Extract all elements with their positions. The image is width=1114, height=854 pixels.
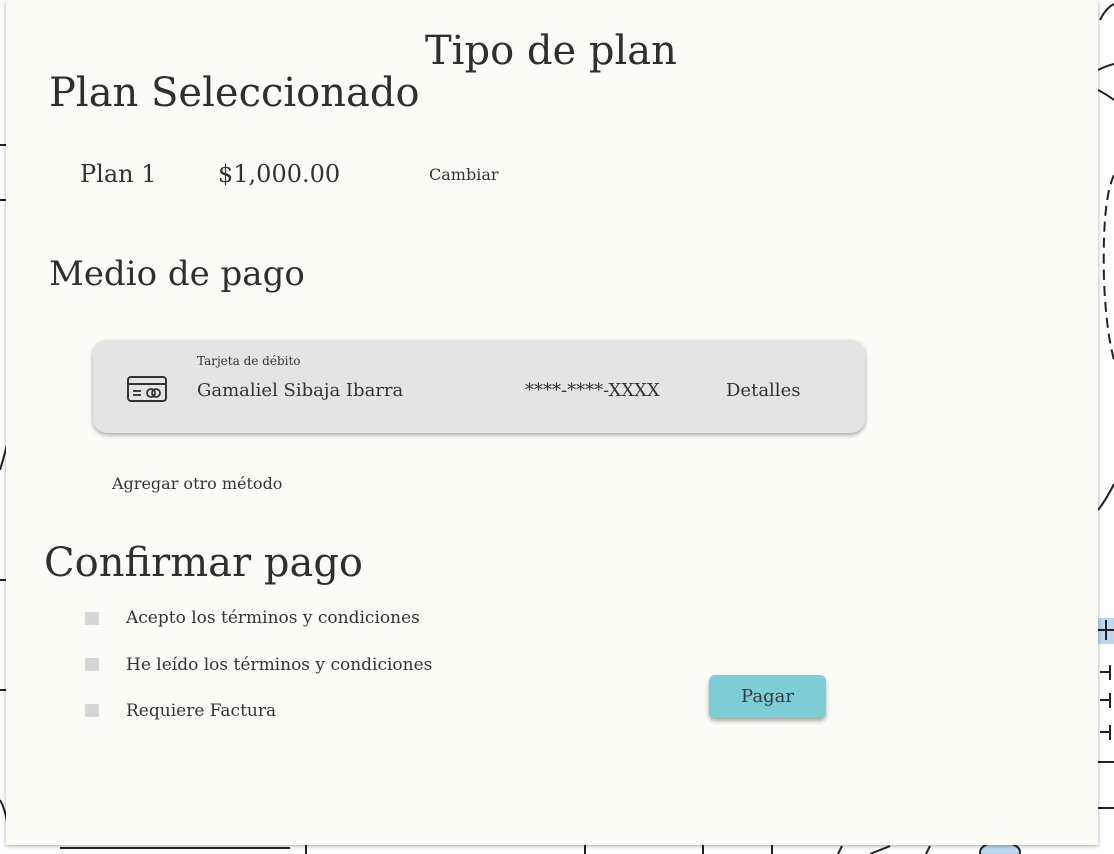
- checkout-panel: Tipo de plan Plan Seleccionado Plan 1 $1…: [6, 0, 1098, 845]
- terms-read-label: He leído los términos y condiciones: [126, 655, 433, 675]
- page-title: Tipo de plan: [425, 28, 677, 74]
- add-payment-method-link[interactable]: Agregar otro método: [112, 474, 282, 493]
- confirm-payment-heading: Confirmar pago: [44, 540, 364, 586]
- payment-type-label: Tarjeta de débito: [197, 354, 301, 368]
- details-link[interactable]: Detalles: [726, 380, 800, 401]
- masked-card-number: ****-****-XXXX: [525, 380, 660, 401]
- plan-price: $1,000.00: [218, 160, 341, 188]
- card-holder-name: Gamaliel Sibaja Ibarra: [197, 380, 404, 401]
- credit-card-icon: [127, 376, 167, 402]
- change-plan-link[interactable]: Cambiar: [429, 165, 499, 184]
- terms-accept-checkbox[interactable]: [85, 612, 99, 625]
- pay-button[interactable]: Pagar: [709, 675, 826, 718]
- invoice-label: Requiere Factura: [126, 701, 277, 721]
- terms-read-checkbox[interactable]: [85, 658, 99, 671]
- payment-method-card[interactable]: Tarjeta de débito Gamaliel Sibaja Ibarra…: [93, 340, 865, 433]
- payment-method-heading: Medio de pago: [49, 254, 305, 294]
- selected-plan-heading: Plan Seleccionado: [49, 70, 420, 116]
- terms-accept-label: Acepto los términos y condiciones: [126, 608, 420, 628]
- invoice-checkbox[interactable]: [85, 704, 99, 717]
- plan-name: Plan 1: [80, 160, 157, 188]
